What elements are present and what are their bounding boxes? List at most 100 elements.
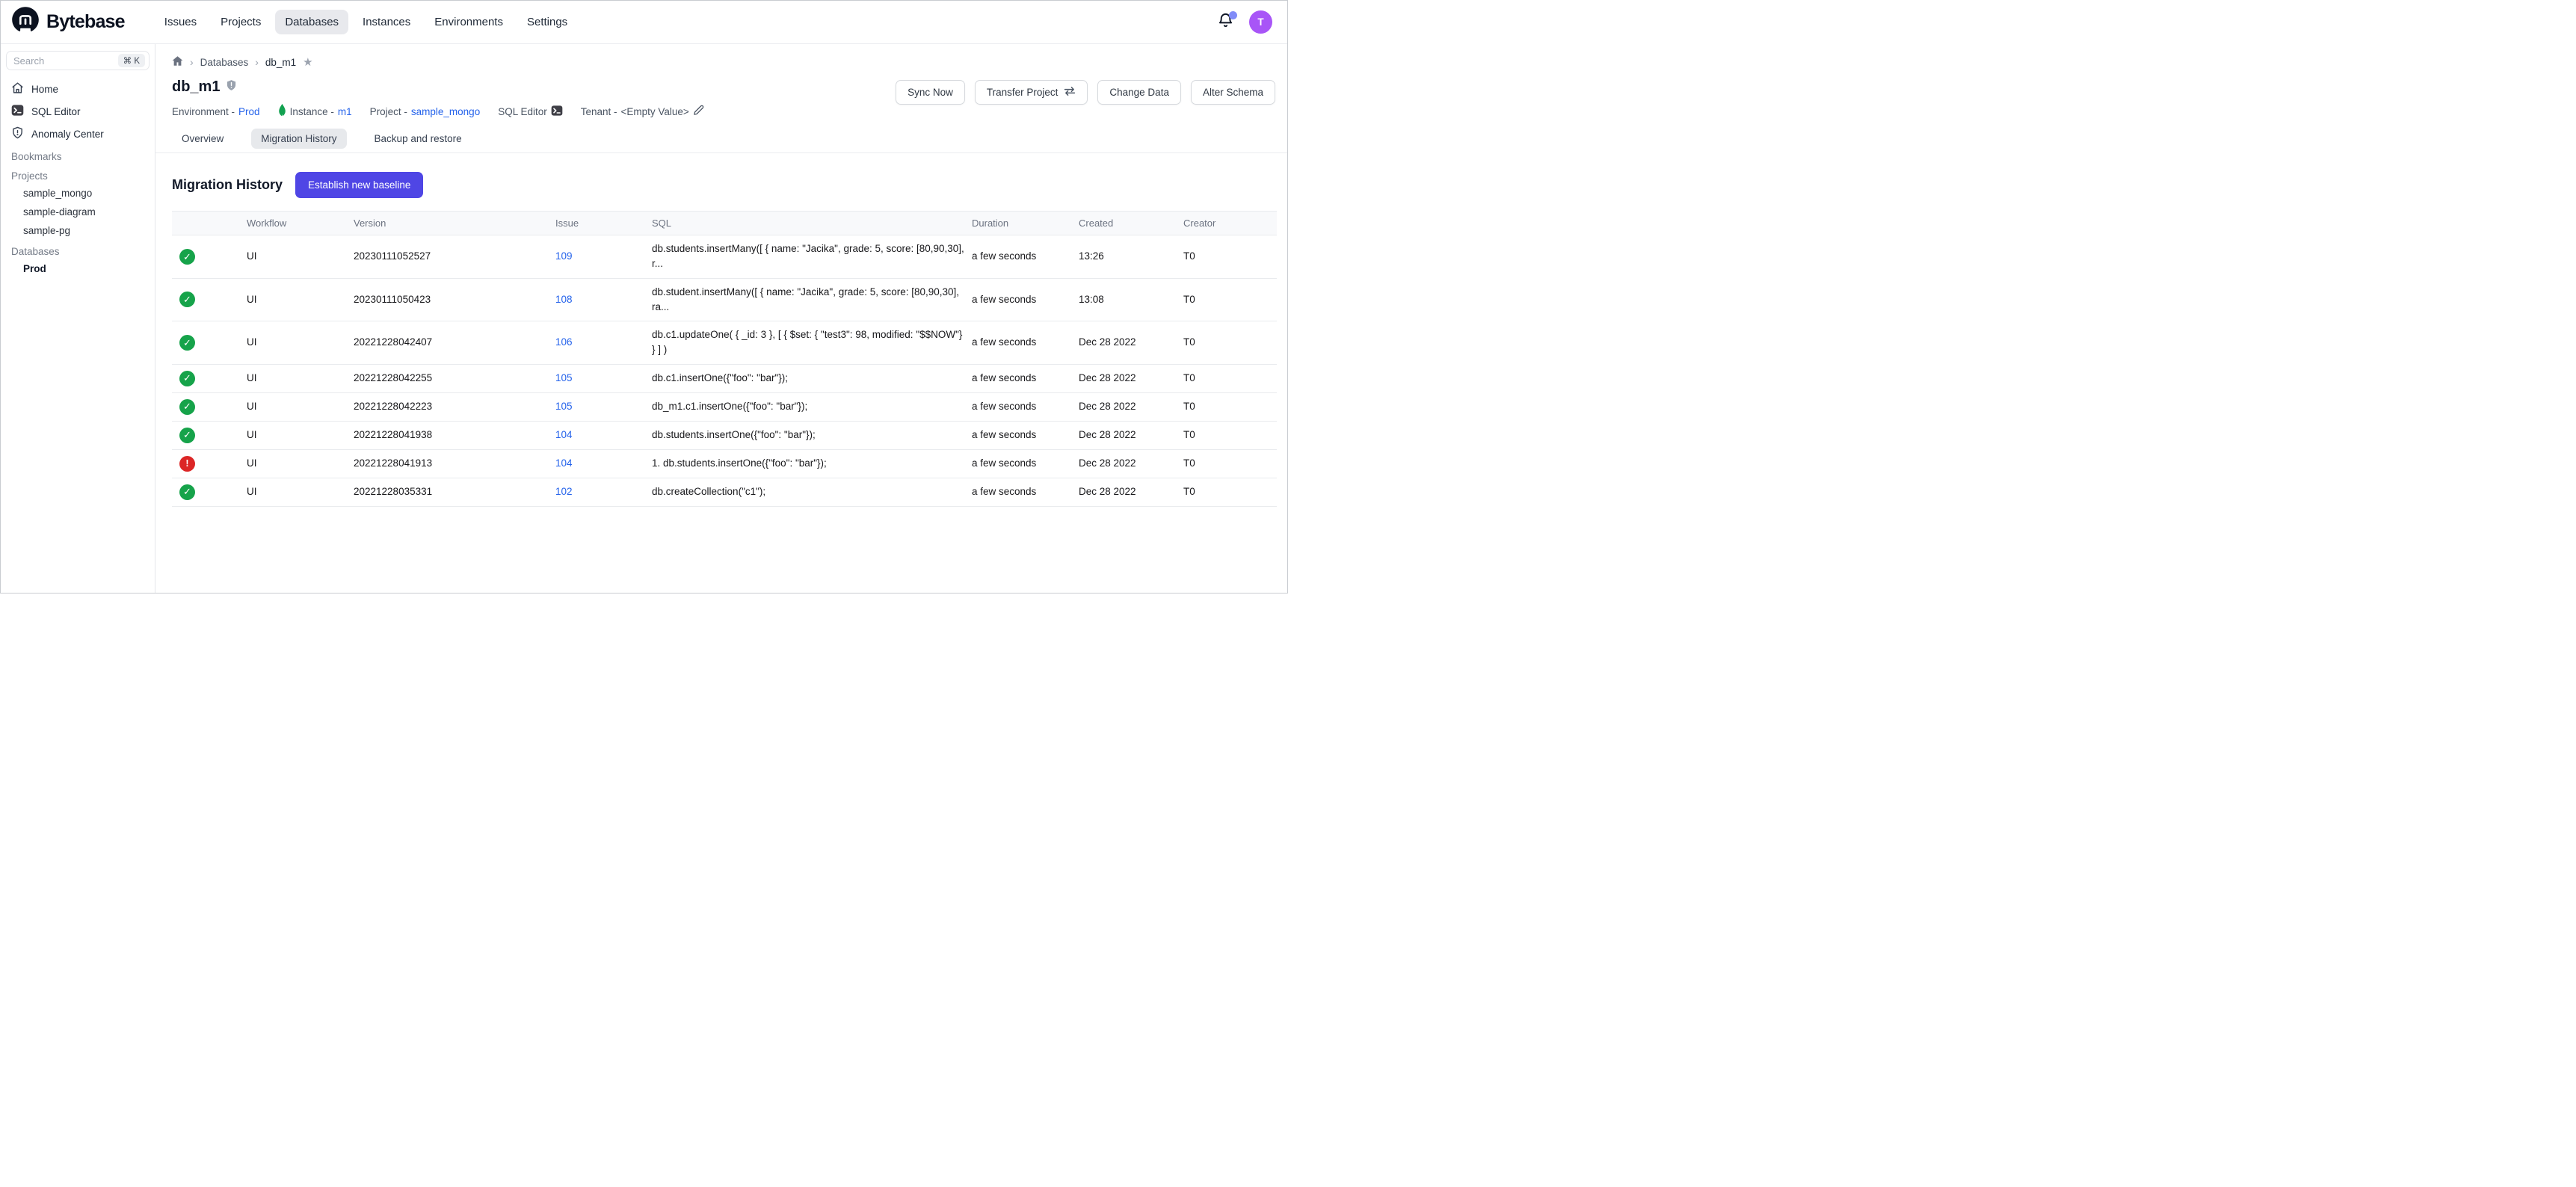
sidebar-project-sample-mongo[interactable]: sample_mongo xyxy=(1,184,155,203)
chevron-right-icon: › xyxy=(255,56,259,68)
avatar[interactable]: T xyxy=(1249,10,1272,34)
nav-item-databases[interactable]: Databases xyxy=(275,10,348,34)
table-row[interactable]: UI 20221228042223 105 db_m1.c1.insertOne… xyxy=(172,392,1277,421)
column-creator: Creator xyxy=(1183,212,1277,235)
instance-link[interactable]: m1 xyxy=(338,106,352,117)
nav-item-projects[interactable]: Projects xyxy=(211,10,271,34)
table-row[interactable]: UI 20230111052527 109 db.students.insert… xyxy=(172,235,1277,279)
table-row[interactable]: UI 20221228041913 104 1. db.students.ins… xyxy=(172,449,1277,478)
brand-logo[interactable]: Bytebase xyxy=(11,6,125,38)
workflow-cell: UI xyxy=(247,364,354,392)
breadcrumb-databases[interactable]: Databases xyxy=(200,57,249,68)
environment-link[interactable]: Prod xyxy=(238,106,260,117)
created-cell: 13:08 xyxy=(1079,278,1183,321)
workflow-cell: UI xyxy=(247,235,354,279)
status-success-icon xyxy=(179,428,195,443)
creator-cell: T0 xyxy=(1183,278,1277,321)
tabs: Overview Migration History Backup and re… xyxy=(172,129,1275,149)
status-success-icon xyxy=(179,371,195,386)
issue-link[interactable]: 105 xyxy=(555,401,573,412)
version-cell: 20221228042255 xyxy=(354,364,555,392)
edit-pencil-icon[interactable] xyxy=(693,105,704,118)
issue-link[interactable]: 104 xyxy=(555,457,573,469)
nav-item-environments[interactable]: Environments xyxy=(425,10,513,34)
version-cell: 20230111050423 xyxy=(354,278,555,321)
sql-cell: db.student.insertMany([ { name: "Jacika"… xyxy=(652,278,972,321)
issue-link[interactable]: 104 xyxy=(555,429,573,440)
table-row[interactable]: UI 20230111050423 108 db.student.insertM… xyxy=(172,278,1277,321)
establish-baseline-button[interactable]: Establish new baseline xyxy=(295,172,423,198)
status-error-icon xyxy=(179,456,195,472)
column-status xyxy=(172,212,247,235)
sidebar-item-label: SQL Editor xyxy=(31,106,81,117)
environment-label: Environment - xyxy=(172,106,235,117)
workflow-cell: UI xyxy=(247,478,354,506)
shield-icon xyxy=(11,126,24,141)
nav-item-instances[interactable]: Instances xyxy=(353,10,420,34)
database-meta-row: Environment - Prod Instance - m1 Project… xyxy=(172,104,1275,119)
sql-cell: db_m1.c1.insertOne({"foo": "bar"}); xyxy=(652,392,972,421)
issue-link[interactable]: 108 xyxy=(555,294,573,305)
bookmark-star-icon[interactable]: ★ xyxy=(303,55,312,69)
search-input[interactable] xyxy=(13,55,118,67)
brand-name: Bytebase xyxy=(46,11,125,33)
tabs-divider xyxy=(155,152,1287,153)
notification-bell[interactable] xyxy=(1216,13,1234,31)
breadcrumb-db-m1[interactable]: db_m1 xyxy=(265,57,296,68)
environment-meta: Environment - Prod xyxy=(172,106,260,117)
sidebar-project-sample-diagram[interactable]: sample-diagram xyxy=(1,203,155,221)
sidebar-item-label: Home xyxy=(31,84,58,95)
version-cell: 20221228042223 xyxy=(354,392,555,421)
tab-overview[interactable]: Overview xyxy=(172,129,233,149)
breadcrumb-home-icon[interactable] xyxy=(172,55,183,69)
issue-link[interactable]: 106 xyxy=(555,336,573,348)
bytebase-logo-icon xyxy=(11,6,40,38)
search-box[interactable]: ⌘ K xyxy=(6,51,150,70)
table-row[interactable]: UI 20221228041938 104 db.students.insert… xyxy=(172,421,1277,449)
table-row[interactable]: UI 20221228035331 102 db.createCollectio… xyxy=(172,478,1277,506)
sync-now-button[interactable]: Sync Now xyxy=(896,80,965,105)
creator-cell: T0 xyxy=(1183,321,1277,365)
button-label: Change Data xyxy=(1109,87,1169,98)
transfer-project-button[interactable]: Transfer Project xyxy=(975,80,1088,105)
version-cell: 20221228041913 xyxy=(354,449,555,478)
nav-item-issues[interactable]: Issues xyxy=(155,10,206,34)
version-cell: 20230111052527 xyxy=(354,235,555,279)
column-issue: Issue xyxy=(555,212,652,235)
change-data-button[interactable]: Change Data xyxy=(1097,80,1181,105)
sql-cell: db.createCollection("c1"); xyxy=(652,478,972,506)
sql-editor-meta[interactable]: SQL Editor xyxy=(498,105,563,119)
project-meta: Project - sample_mongo xyxy=(370,106,481,117)
duration-cell: a few seconds xyxy=(972,421,1079,449)
creator-cell: T0 xyxy=(1183,235,1277,279)
sidebar-database-prod[interactable]: Prod xyxy=(1,259,155,278)
tenant-label: Tenant - xyxy=(581,106,617,117)
tab-backup-and-restore[interactable]: Backup and restore xyxy=(365,129,472,149)
breadcrumb: › Databases › db_m1 ★ xyxy=(172,55,1275,69)
table-row[interactable]: UI 20221228042407 106 db.c1.updateOne( {… xyxy=(172,321,1277,365)
sidebar-item-label: Anomaly Center xyxy=(31,129,104,140)
sidebar-item-anomaly-center[interactable]: Anomaly Center xyxy=(1,123,155,145)
sql-cell: db.students.insertOne({"foo": "bar"}); xyxy=(652,421,972,449)
table-header-row: Workflow Version Issue SQL Duration Crea… xyxy=(172,212,1277,235)
tab-migration-history[interactable]: Migration History xyxy=(251,129,346,149)
project-link[interactable]: sample_mongo xyxy=(411,106,480,117)
mongodb-leaf-icon xyxy=(278,104,286,119)
nav-item-settings[interactable]: Settings xyxy=(517,10,577,34)
column-version: Version xyxy=(354,212,555,235)
sidebar-item-sql-editor[interactable]: SQL Editor xyxy=(1,100,155,123)
issue-link[interactable]: 109 xyxy=(555,250,573,262)
sidebar-project-sample-pg[interactable]: sample-pg xyxy=(1,221,155,240)
nav-right: T xyxy=(1216,10,1272,34)
status-success-icon xyxy=(179,399,195,415)
issue-link[interactable]: 105 xyxy=(555,372,573,383)
sql-cell: 1. db.students.insertOne({"foo": "bar"})… xyxy=(652,449,972,478)
alter-schema-button[interactable]: Alter Schema xyxy=(1191,80,1275,105)
sql-editor-label: SQL Editor xyxy=(498,106,547,117)
column-sql: SQL xyxy=(652,212,972,235)
table-row[interactable]: UI 20221228042255 105 db.c1.insertOne({"… xyxy=(172,364,1277,392)
issue-link[interactable]: 102 xyxy=(555,486,573,497)
sidebar-item-home[interactable]: Home xyxy=(1,78,155,100)
protection-shield-icon xyxy=(226,79,237,95)
status-success-icon xyxy=(179,292,195,307)
